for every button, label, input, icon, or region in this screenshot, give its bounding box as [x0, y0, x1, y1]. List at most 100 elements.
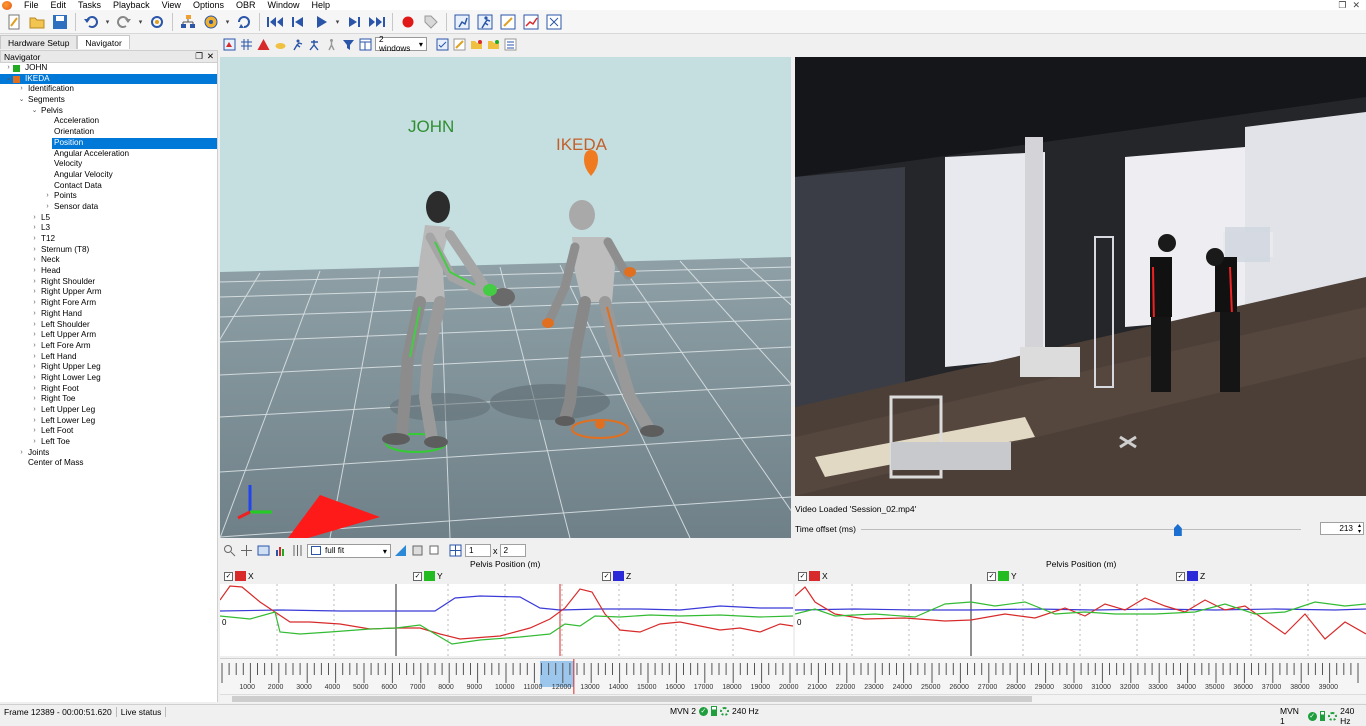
menu-window[interactable]: Window [261, 0, 305, 10]
chevron-right-icon[interactable]: › [30, 234, 39, 245]
graph-1-plot[interactable]: 0 [219, 584, 794, 656]
expand-icon[interactable] [544, 12, 564, 32]
graph-2-plot[interactable]: 0 [794, 584, 1366, 656]
tree-item[interactable]: › Neck [0, 255, 217, 266]
chevron-right-icon[interactable]: › [30, 309, 39, 320]
close-icon[interactable]: ✕ [1352, 0, 1360, 11]
tree-item[interactable]: › Right Foot [0, 384, 217, 395]
skip-end-icon[interactable] [367, 12, 387, 32]
tree-item[interactable]: Angular Acceleration [0, 149, 217, 160]
tree-item[interactable]: › Points [0, 191, 217, 202]
chevron-right-icon[interactable]: › [30, 277, 39, 288]
chevron-right-icon[interactable]: › [30, 266, 39, 277]
windows-layout-icon[interactable] [358, 37, 373, 52]
folder-green-icon[interactable] [486, 37, 501, 52]
chevron-right-icon[interactable]: › [30, 298, 39, 309]
undo-dropdown-icon[interactable]: ▾ [104, 18, 111, 26]
tree-item[interactable]: ⌄ Segments [0, 95, 217, 106]
checklist-icon[interactable] [435, 37, 450, 52]
save-icon[interactable] [50, 12, 70, 32]
avatar-icon[interactable] [290, 37, 305, 52]
chevron-right-icon[interactable]: › [17, 448, 26, 459]
time-offset-spinbox[interactable]: 213 ▴ ▾ [1320, 522, 1364, 535]
legend-checkbox[interactable]: ✓ [987, 571, 996, 581]
chevron-right-icon[interactable]: › [30, 330, 39, 341]
video-panel[interactable] [795, 57, 1366, 496]
chevron-right-icon[interactable]: › [30, 405, 39, 416]
tree-item[interactable]: Contact Data [0, 181, 217, 192]
chevron-right-icon[interactable]: › [30, 437, 39, 448]
chevron-right-icon[interactable]: › [43, 191, 52, 202]
chevron-right-icon[interactable]: › [30, 352, 39, 363]
person-icon[interactable] [324, 37, 339, 52]
tree-item[interactable]: › Right Hand [0, 309, 217, 320]
redo-dropdown-icon[interactable]: ▾ [137, 18, 144, 26]
menu-tasks[interactable]: Tasks [72, 0, 107, 10]
spin-arrows-icon[interactable]: ▴ ▾ [1358, 523, 1361, 535]
folder-red-icon[interactable] [469, 37, 484, 52]
tree-item[interactable]: ⌄ IKEDA [0, 73, 217, 85]
floor-icon[interactable] [256, 37, 271, 52]
tab-hardware-setup[interactable]: Hardware Setup [0, 35, 78, 49]
float-panel-icon[interactable]: ❐ [195, 51, 203, 62]
tree-item[interactable]: Angular Velocity [0, 170, 217, 181]
tree-item[interactable]: › Right Fore Arm [0, 298, 217, 309]
legend-checkbox[interactable]: ✓ [224, 571, 233, 581]
legend-checkbox[interactable]: ✓ [413, 571, 422, 581]
tree-item[interactable]: › Identification [0, 84, 217, 95]
menu-options[interactable]: Options [187, 0, 230, 10]
graph-2-legend-z[interactable]: ✓ Z [1176, 571, 1205, 581]
tree-item[interactable]: › L3 [0, 223, 217, 234]
tree-item[interactable]: Orientation [0, 127, 217, 138]
graph-1-legend-z[interactable]: ✓ Z [602, 571, 631, 581]
chevron-right-icon[interactable]: › [30, 384, 39, 395]
timeline-scrollbar[interactable] [220, 694, 1366, 703]
3d-viewport[interactable]: JOHN IKEDA [220, 57, 791, 538]
fit-select[interactable]: full fit ▾ [307, 543, 391, 558]
chevron-right-icon[interactable]: › [30, 223, 39, 234]
chevron-right-icon[interactable]: › [17, 84, 26, 95]
chart-icon[interactable] [521, 12, 541, 32]
bar-chart-icon[interactable] [273, 543, 288, 558]
tree-item[interactable]: › Sternum (T8) [0, 245, 217, 256]
tree-item[interactable]: › JOHN [0, 63, 217, 74]
tab-navigator[interactable]: Navigator [77, 35, 130, 49]
skip-start-icon[interactable] [265, 12, 285, 32]
layout-grid-icon[interactable] [448, 543, 463, 558]
tree-item[interactable]: › Left Upper Leg [0, 405, 217, 416]
record-icon[interactable] [398, 12, 418, 32]
tree-item[interactable]: › Right Lower Leg [0, 373, 217, 384]
chevron-right-icon[interactable]: › [30, 416, 39, 427]
menu-view[interactable]: View [156, 0, 187, 10]
menu-edit[interactable]: Edit [45, 0, 73, 10]
runner-chart-icon[interactable] [452, 12, 472, 32]
step-forward-icon[interactable] [344, 12, 364, 32]
chevron-right-icon[interactable]: › [30, 394, 39, 405]
zoom-icon[interactable] [222, 543, 237, 558]
play-dropdown-icon[interactable]: ▾ [334, 18, 341, 26]
cols-spinbox[interactable]: 2 [499, 544, 526, 557]
tree-item[interactable]: Acceleration [0, 116, 217, 127]
undo-icon[interactable] [81, 12, 101, 32]
chevron-right-icon[interactable]: › [30, 287, 39, 298]
close-panel-icon[interactable]: ✕ [207, 51, 214, 62]
graph-2-legend-x[interactable]: ✓ X [798, 571, 828, 581]
tree-item[interactable]: › Head [0, 266, 217, 277]
time-offset-slider-track[interactable] [861, 529, 1301, 530]
frame-timeline[interactable]: 1000 2000 3000 4000 5000 6000 7000 8000 9000 1000… [220, 658, 1366, 695]
chevron-right-icon[interactable]: › [30, 213, 39, 224]
filter-icon[interactable] [341, 37, 356, 52]
tree-item[interactable]: › Right Toe [0, 394, 217, 405]
skeleton-icon[interactable] [307, 37, 322, 52]
copy-icon[interactable] [427, 543, 442, 558]
tree-item[interactable]: › Joints [0, 448, 217, 459]
step-back-icon[interactable] [288, 12, 308, 32]
tree-item[interactable]: ⌄ Pelvis [0, 106, 217, 117]
hierarchy-icon[interactable] [178, 12, 198, 32]
chevron-down-icon[interactable]: ⌄ [30, 106, 39, 117]
chevron-right-icon[interactable]: › [30, 245, 39, 256]
tree-item[interactable]: › Left Toe [0, 437, 217, 448]
tree-item[interactable]: Center of Mass [0, 458, 217, 469]
tree-item[interactable]: Velocity [0, 159, 217, 170]
legend-checkbox[interactable]: ✓ [602, 571, 611, 581]
